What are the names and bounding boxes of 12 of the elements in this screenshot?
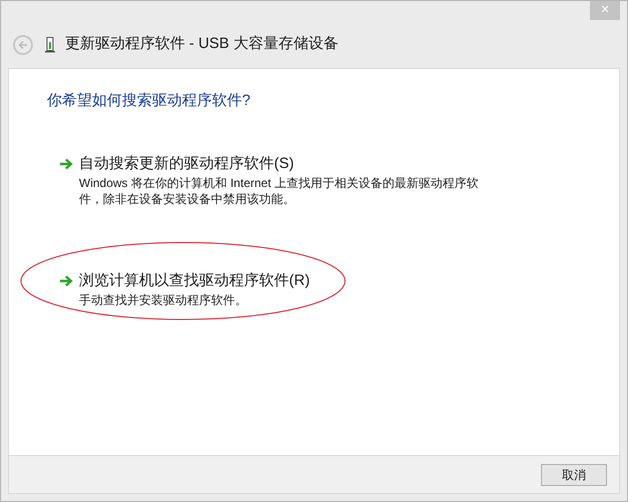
arrow-icon: [59, 158, 73, 170]
back-arrow-icon: [18, 40, 28, 50]
option-link[interactable]: 自动搜索更新的驱动程序软件(S): [79, 154, 501, 174]
arrow-icon: [59, 274, 73, 286]
cancel-button[interactable]: 取消: [541, 464, 607, 486]
option-link[interactable]: 浏览计算机以查找驱动程序软件(R): [79, 270, 501, 290]
option-description: Windows 将在你的计算机和 Internet 上查找用于相关设备的最新驱动程序软件，除非在设备安装设备中禁用该功能。: [79, 174, 480, 206]
back-button[interactable]: [13, 34, 33, 54]
window-title: 更新驱动程序软件 - USB 大容量存储设备: [65, 34, 338, 54]
usb-drive-icon: [45, 36, 55, 52]
option-description: 手动查找并安装驱动程序软件。: [79, 292, 248, 308]
question-heading: 你希望如何搜索驱动程序软件?: [47, 91, 252, 111]
